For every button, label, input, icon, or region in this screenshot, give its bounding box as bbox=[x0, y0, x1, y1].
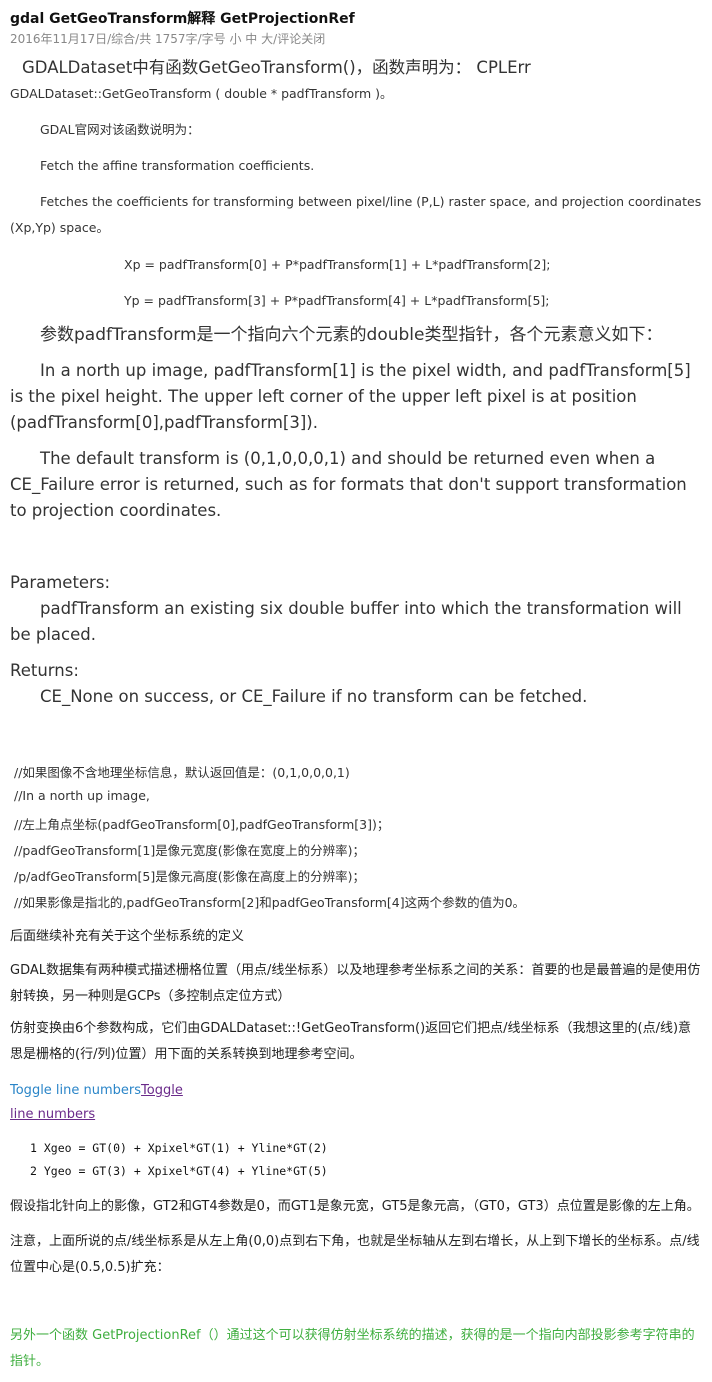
formula-xp: Xp = padfTransform[0] + P*padfTransform[… bbox=[124, 257, 551, 272]
parameters-body: padfTransform an existing six double buf… bbox=[10, 599, 682, 644]
article-title: gdal GetGeoTransform解释 GetProjectionRef bbox=[10, 11, 355, 27]
toggle-row: Toggle line numbersToggle line numbers bbox=[10, 1079, 183, 1127]
returns-heading: Returns: bbox=[10, 661, 79, 680]
intro-paragraph: GDALDataset中有函数GetGeoTransform()，函数声明为： … bbox=[10, 55, 704, 107]
article: gdal GetGeoTransform解释 GetProjectionRef … bbox=[0, 0, 712, 1382]
formula-yp: Yp = padfTransform[3] + P*padfTransform[… bbox=[124, 293, 550, 308]
comment-line-5: /p/adfGeoTransform[5]是像元高度(影像在高度上的分辨率)； bbox=[14, 869, 366, 884]
comment-line-6: //如果影像是指北的,padfGeoTransform[2]和padfGeoTr… bbox=[14, 895, 526, 910]
projection-ref-note: 另外一个函数 GetProjectionRef（）通过这个可以获得仿射坐标系统的… bbox=[10, 1328, 695, 1369]
toggle-link-visited[interactable]: Toggle bbox=[141, 1083, 183, 1098]
comment-line-3: //左上角点坐标(padfGeoTransform[0],padfGeoTran… bbox=[14, 817, 390, 832]
comments-status: 评论关闭 bbox=[277, 32, 326, 46]
english-paragraph-2: The default transform is (0,1,0,0,0,1) a… bbox=[10, 449, 687, 520]
affine-description: 仿射变换由6个参数构成，它们由GDALDataset::!GetGeoTrans… bbox=[10, 1021, 692, 1062]
font-size-mid-link[interactable]: 中 bbox=[245, 32, 257, 46]
fetch-summary: Fetch the affine transformation coeffici… bbox=[40, 158, 315, 173]
font-size-small-link[interactable]: 小 bbox=[229, 32, 241, 46]
fetch-detail: Fetches the coefficients for transformin… bbox=[10, 189, 704, 241]
intro-line-2: GDALDataset::GetGeoTransform ( double * … bbox=[10, 86, 393, 101]
followup-note: 后面继续补充有关于这个坐标系统的定义 bbox=[10, 929, 245, 944]
fetch-detail-line-1: Fetches the coefficients for transformin… bbox=[40, 194, 702, 209]
north-description: 假设指北针向上的影像，GT2和GT4参数是0，而GT1是象元宽，GT5是象元高，… bbox=[10, 1199, 700, 1214]
comment-line-2: //In a north up image, bbox=[14, 788, 150, 803]
intro-line-1: GDALDataset中有函数GetGeoTransform()，函数声明为： … bbox=[22, 58, 531, 77]
font-size-large-link[interactable]: 大 bbox=[261, 32, 273, 46]
article-date: 2016年11月17日 bbox=[10, 32, 108, 46]
parameters-heading: Parameters: bbox=[10, 573, 110, 592]
article-category[interactable]: 综合 bbox=[111, 32, 135, 46]
coordinate-note: 注意，上面所说的点/线坐标系是从左上角(0,0)点到右下角，也就是坐标轴从左到右… bbox=[10, 1234, 700, 1275]
returns-body: CE_None on success, or CE_Failure if no … bbox=[40, 687, 588, 706]
official-desc: GDAL官网对该函数说明为： bbox=[40, 122, 200, 137]
comment-line-1: //如果图像不含地理坐标信息，默认返回值是：(0,1,0,0,0,1) bbox=[14, 765, 350, 780]
fetch-detail-line-2: (Xp,Yp) space。 bbox=[10, 220, 109, 235]
code-line-2: 2 Ygeo = GT(3) + Xpixel*GT(4) + Yline*GT… bbox=[30, 1164, 328, 1178]
font-size-label: 字号 bbox=[201, 32, 226, 46]
article-word-count: 共 1757字 bbox=[139, 32, 198, 46]
article-meta: 2016年11月17日/综合/共 1757字/字号 小 中 大/评论关闭 bbox=[10, 32, 326, 46]
code-line-1: 1 Xgeo = GT(0) + Xpixel*GT(1) + Yline*GT… bbox=[30, 1141, 328, 1155]
param-intro: 参数padfTransform是一个指向六个元素的double类型指针，各个元素… bbox=[40, 325, 663, 345]
line-numbers-link-visited[interactable]: line numbers bbox=[10, 1107, 95, 1122]
comment-line-4: //padfGeoTransform[1]是像元宽度(影像在宽度上的分辨率)； bbox=[14, 843, 366, 858]
toggle-line-numbers-link[interactable]: Toggle line numbers bbox=[10, 1083, 141, 1098]
gdal-description: GDAL数据集有两种模式描述栅格位置（用点/线坐标系）以及地理参考坐标系之间的关… bbox=[10, 963, 701, 1004]
english-paragraph-1: In a north up image, padfTransform[1] is… bbox=[10, 361, 691, 432]
